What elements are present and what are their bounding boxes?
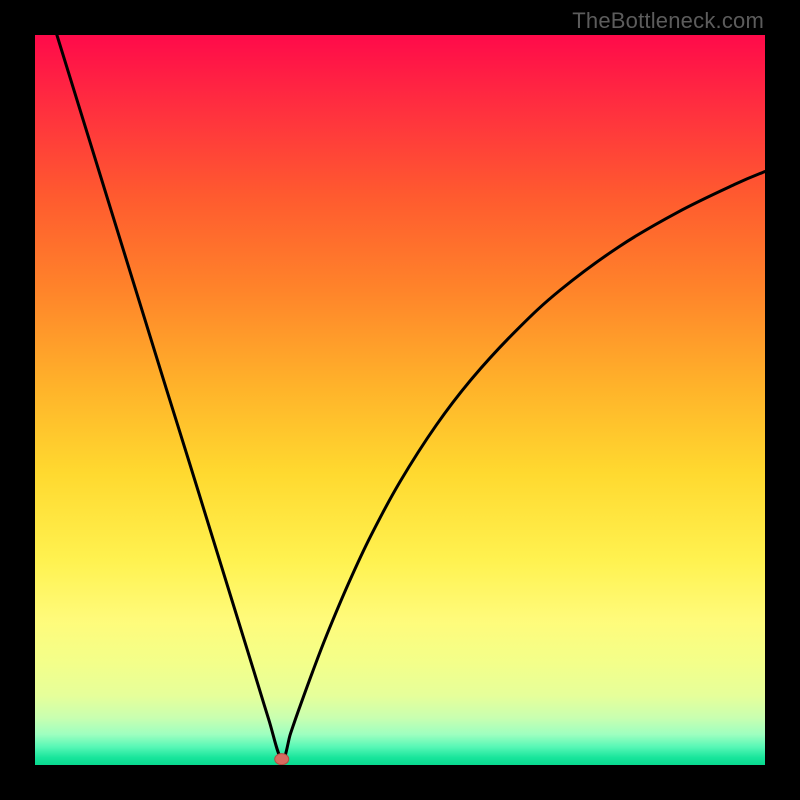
watermark-text: TheBottleneck.com: [572, 8, 764, 34]
chart-frame: TheBottleneck.com: [0, 0, 800, 800]
bottleneck-curve: [35, 35, 765, 765]
plot-area: [35, 35, 765, 765]
minimum-marker: [275, 754, 289, 765]
curve-path: [57, 35, 765, 759]
